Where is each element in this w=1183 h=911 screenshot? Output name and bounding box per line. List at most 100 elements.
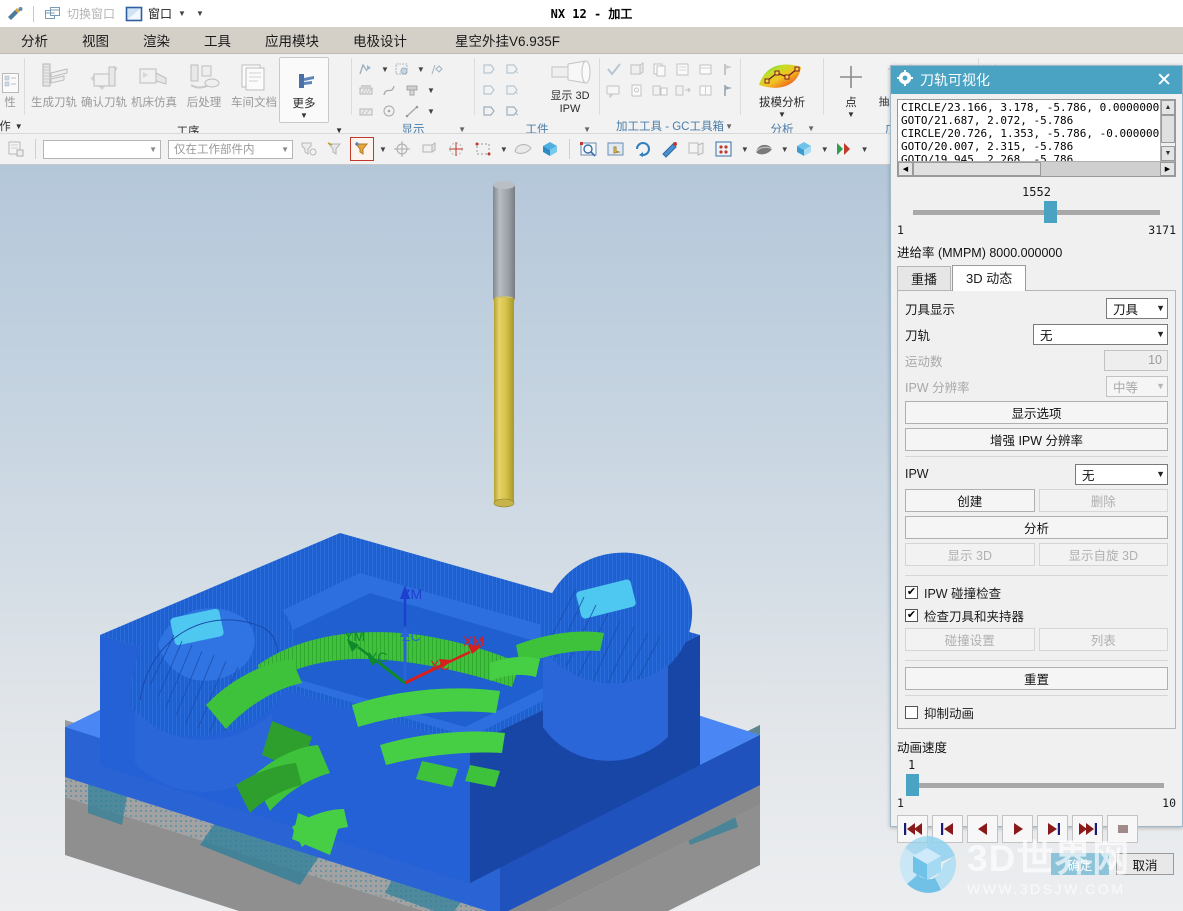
chevron-down-icon[interactable]: ▼ <box>778 110 786 119</box>
display-line-icon[interactable] <box>402 102 422 121</box>
snap-center-icon[interactable] <box>444 137 468 161</box>
dialog-title-bar[interactable]: 刀轨可视化 ✕ <box>891 66 1182 94</box>
display-point-icon[interactable] <box>428 60 448 79</box>
mt-transfer-icon[interactable] <box>650 81 670 100</box>
check-tool-holder-row[interactable]: ✔ 检查刀具和夹持器 <box>905 605 1168 625</box>
list-item[interactable]: GOTO/20.007, 2.315, -5.786 <box>901 140 1175 153</box>
chevron-down-icon[interactable]: ▼ <box>861 145 869 154</box>
menu-render[interactable]: 渲染 <box>130 27 183 53</box>
ipw-resolution-select[interactable]: 中等 ▼ <box>1106 375 1168 397</box>
layer-icon[interactable] <box>712 137 736 161</box>
listing-horizontal-scrollbar[interactable]: ◀ ▶ <box>898 161 1175 176</box>
menu-view[interactable]: 视图 <box>69 27 122 53</box>
selection-scope-combo[interactable]: ▼ <box>43 139 161 159</box>
display-curve-icon[interactable] <box>379 81 399 100</box>
listing-vertical-scrollbar[interactable]: ▲ ▼ <box>1160 100 1175 161</box>
position-slider-thumb[interactable] <box>1043 201 1057 223</box>
tool-display-select[interactable]: 刀具 ▼ <box>1106 297 1168 319</box>
display-tool-icon[interactable] <box>402 81 422 100</box>
scroll-right-icon[interactable]: ▶ <box>1160 162 1175 176</box>
mt-list-icon[interactable] <box>673 60 693 79</box>
display-center-icon[interactable] <box>379 102 399 121</box>
window-icon[interactable] <box>124 4 144 24</box>
chevron-down-icon[interactable]: ▼ <box>458 125 466 134</box>
menu-electrode-design[interactable]: 电极设计 <box>340 27 420 53</box>
suppress-animation-row[interactable]: 抑制动画 <box>905 702 1168 722</box>
menu-tools[interactable]: 工具 <box>191 27 244 53</box>
pan-icon[interactable] <box>604 137 628 161</box>
chevron-down-icon[interactable]: ▼ <box>781 145 789 154</box>
object-type-filter-icon[interactable] <box>296 137 320 161</box>
animation-speed-track[interactable] <box>907 783 1164 788</box>
vertical-scroll-thumb[interactable] <box>1161 115 1175 143</box>
ipw-collision-checkbox[interactable]: ✔ <box>905 585 918 599</box>
zoom-icon[interactable] <box>658 137 682 161</box>
properties-button[interactable]: 性 <box>0 57 20 112</box>
ipw-collision-check-row[interactable]: ✔ IPW 碰撞检查 <box>905 582 1168 602</box>
rotate-icon[interactable] <box>631 137 655 161</box>
suppress-animation-checkbox[interactable] <box>905 705 918 719</box>
color-filter-icon[interactable] <box>323 137 347 161</box>
chevron-down-icon[interactable]: ▼ <box>583 125 591 134</box>
play-backward-button[interactable] <box>967 815 998 843</box>
list-item[interactable]: CIRCLE/20.726, 1.353, -5.786, -0.0000000… <box>901 127 1175 140</box>
chevron-down-icon[interactable]: ▼ <box>15 122 23 131</box>
rect-select-icon[interactable] <box>471 137 495 161</box>
window-label[interactable]: 窗口 <box>148 5 172 22</box>
mt-grid-icon[interactable] <box>696 81 716 100</box>
workpiece-ipw-4-icon[interactable] <box>502 81 522 100</box>
reset-button[interactable]: 重置 <box>905 667 1168 690</box>
chevron-down-icon[interactable]: ▼ <box>417 65 425 74</box>
chevron-down-icon[interactable]: ▼ <box>300 111 308 120</box>
section-icon[interactable] <box>685 137 709 161</box>
motion-count-field[interactable]: 10 <box>1104 349 1168 371</box>
menu-analysis[interactable]: 分析 <box>8 27 61 53</box>
more-button[interactable]: 更多 ▼ <box>279 57 329 123</box>
mt-flag-icon[interactable] <box>719 60 739 79</box>
horizontal-scroll-track[interactable] <box>913 162 1160 176</box>
switch-window-icon[interactable] <box>43 4 63 24</box>
analyze-button[interactable]: 分析 <box>905 516 1168 539</box>
mt-copy-icon[interactable] <box>650 60 670 79</box>
display-toolpath-icon[interactable] <box>356 60 376 79</box>
shade-icon[interactable] <box>511 137 535 161</box>
mt-body-icon[interactable] <box>627 60 647 79</box>
animation-speed-slider[interactable]: 1 1 10 <box>897 758 1176 810</box>
enhance-ipw-resolution-button[interactable]: 增强 IPW 分辨率 <box>905 428 1168 451</box>
ok-button[interactable]: 确定 <box>1051 853 1109 875</box>
list-item[interactable]: CIRCLE/23.166, 3.178, -5.786, 0.0000000,… <box>901 101 1175 114</box>
animation-speed-thumb[interactable] <box>906 774 919 796</box>
ipw-select[interactable]: 无 ▼ <box>1075 463 1168 485</box>
workpiece-ipw-5-icon[interactable] <box>479 102 499 121</box>
verify-toolpath-button[interactable]: 确认刀轨 <box>79 57 129 112</box>
visualization-icon[interactable] <box>832 137 856 161</box>
display-cut-region-icon[interactable] <box>356 81 376 100</box>
stop-button[interactable] <box>1107 815 1138 843</box>
point-button[interactable]: 点 ▼ <box>828 57 874 121</box>
display-blank-icon[interactable] <box>356 102 376 121</box>
step-backward-button[interactable] <box>932 815 963 843</box>
chevron-down-icon[interactable]: ▼ <box>178 9 186 18</box>
create-button[interactable]: 创建 <box>905 489 1035 512</box>
check-tool-holder-checkbox[interactable]: ✔ <box>905 608 918 622</box>
list-item[interactable]: GOTO/21.687, 2.072, -5.786 <box>901 114 1175 127</box>
mt-check-icon[interactable] <box>604 60 624 79</box>
rewind-to-start-button[interactable] <box>897 815 928 843</box>
chevron-down-icon[interactable]: ▼ <box>379 145 387 154</box>
toolpath-visualization-dialog[interactable]: 刀轨可视化 ✕ CIRCLE/23.166, 3.178, -5.786, 0.… <box>890 65 1183 875</box>
chevron-down-icon[interactable]: ▼ <box>807 124 815 133</box>
machine-simulation-button[interactable]: 机床仿真 <box>129 57 179 112</box>
toolpath-listing[interactable]: CIRCLE/23.166, 3.178, -5.786, 0.0000000,… <box>897 99 1176 177</box>
mt-page-icon[interactable] <box>627 81 647 100</box>
chevron-down-icon[interactable]: ▼ <box>725 122 733 131</box>
workpiece-ipw-6-icon[interactable] <box>502 102 522 121</box>
step-forward-button[interactable] <box>1037 815 1068 843</box>
play-forward-button[interactable] <box>1002 815 1033 843</box>
shaded-cube-icon[interactable] <box>792 137 816 161</box>
draft-analysis-button[interactable]: 拔模分析 ▼ <box>746 57 818 121</box>
toolpath-select[interactable]: 无 ▼ <box>1033 323 1168 345</box>
show-3d-ipw-button[interactable]: 显示 3D IPW <box>545 57 595 115</box>
face-select-icon[interactable] <box>417 137 441 161</box>
view-cube-icon[interactable] <box>538 137 562 161</box>
mt-marker-icon[interactable] <box>719 81 739 100</box>
